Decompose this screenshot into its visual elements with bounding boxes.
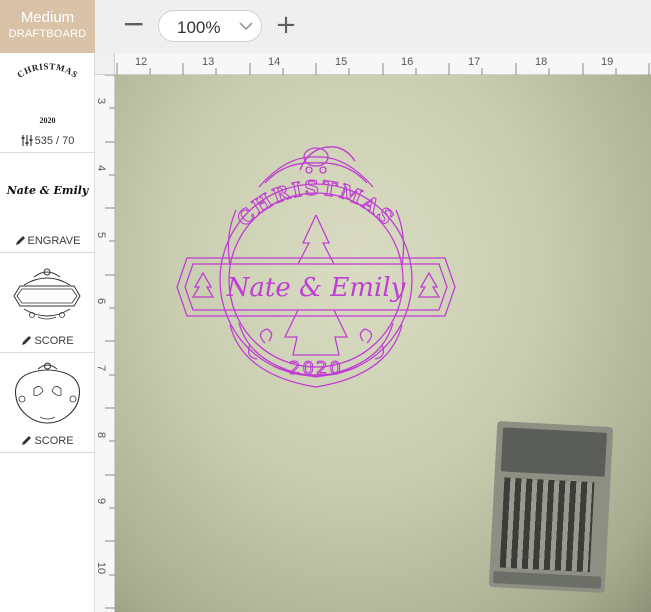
qr-code-icon: [499, 477, 595, 573]
zoom-out-button[interactable]: −: [122, 10, 145, 40]
step-mode: SCORE: [34, 335, 74, 347]
vertical-ruler: 3 4 5 6 7 8 9 10: [95, 75, 115, 612]
chevron-down-icon: [239, 22, 253, 31]
design-names-text: Nate & Emily: [226, 273, 406, 303]
slider-icon: [21, 135, 33, 146]
pencil-icon: [15, 236, 25, 245]
material-qr-label: [488, 421, 614, 593]
pencil-icon: [22, 436, 32, 445]
ruler-label-left: 8: [95, 431, 108, 439]
design-top-text: CHRISTMAS: [231, 175, 398, 231]
ruler-ticks-left: [105, 75, 115, 609]
ruler-label-left: 6: [95, 297, 108, 305]
step-count: 535 / 70: [34, 135, 75, 147]
pencil-icon: [22, 336, 32, 345]
ruler-label-left: 4: [95, 164, 108, 172]
ruler-label-top: 17: [468, 56, 481, 68]
ruler-label-top: 14: [268, 56, 281, 68]
ruler-label-left: 7: [95, 364, 108, 372]
step-mode: ENGRAVE: [27, 235, 81, 247]
step-label: 535 / 70: [0, 135, 95, 147]
material-swatch[interactable]: Medium DRAFTBOARD: [0, 0, 95, 53]
zoom-select[interactable]: 100%: [158, 10, 262, 42]
ruler-ticks-top: [116, 63, 650, 75]
thumb-top-text: CHRISTMAS: [15, 61, 79, 80]
zoom-in-button[interactable]: +: [275, 10, 297, 40]
material-thickness: Medium: [20, 9, 75, 26]
step-christmas-arc[interactable]: CHRISTMAS 2020 535 / 70: [0, 53, 95, 153]
step-label: ENGRAVE: [0, 235, 95, 247]
horizontal-ruler: 12 13 14 15 16 17 18 19: [95, 53, 651, 75]
banner-thumbnail: [13, 268, 81, 320]
ruler-label-left: 9: [95, 497, 108, 505]
ruler-label-top: 13: [202, 56, 215, 68]
thumb-year-text: 2020: [40, 116, 56, 125]
ruler-label-top: 16: [401, 56, 414, 68]
ruler-label-top: 15: [335, 56, 348, 68]
ruler-label-top: 18: [535, 56, 548, 68]
step-ornament-score[interactable]: SCORE: [0, 353, 95, 453]
arc-text-thumbnail: CHRISTMAS 2020: [15, 61, 80, 125]
ruler-label-top: 12: [135, 56, 148, 68]
svg-text:CHRISTMAS: CHRISTMAS: [232, 176, 400, 231]
zoom-value: 100%: [177, 18, 221, 37]
step-banner-score[interactable]: SCORE: [0, 253, 95, 353]
step-label: SCORE: [0, 435, 95, 447]
step-label: SCORE: [0, 335, 95, 347]
material-name: DRAFTBOARD: [8, 28, 87, 40]
top-toolbar: − 100% +: [95, 0, 651, 53]
ruler-corner: [95, 53, 115, 75]
names-thumbnail: Nate & Emily: [6, 184, 89, 197]
step-mode: SCORE: [34, 435, 74, 447]
step-panel: CHRISTMAS 2020 535 / 70 Nate & Emily ENG…: [0, 53, 95, 612]
ruler-label-top: 19: [601, 56, 614, 68]
ornament-thumbnail: [14, 362, 81, 424]
ruler-label-left: 3: [95, 97, 108, 105]
step-names-engrave[interactable]: Nate & Emily ENGRAVE: [0, 153, 95, 253]
ruler-label-left: 10: [95, 561, 108, 575]
ruler-label-left: 5: [95, 231, 108, 239]
design-canvas[interactable]: CHRISTMAS Nate & Emily 2020: [115, 75, 651, 612]
svg-text:CHRISTMAS: CHRISTMAS: [15, 61, 80, 80]
design-year-text: 2020: [289, 358, 343, 379]
